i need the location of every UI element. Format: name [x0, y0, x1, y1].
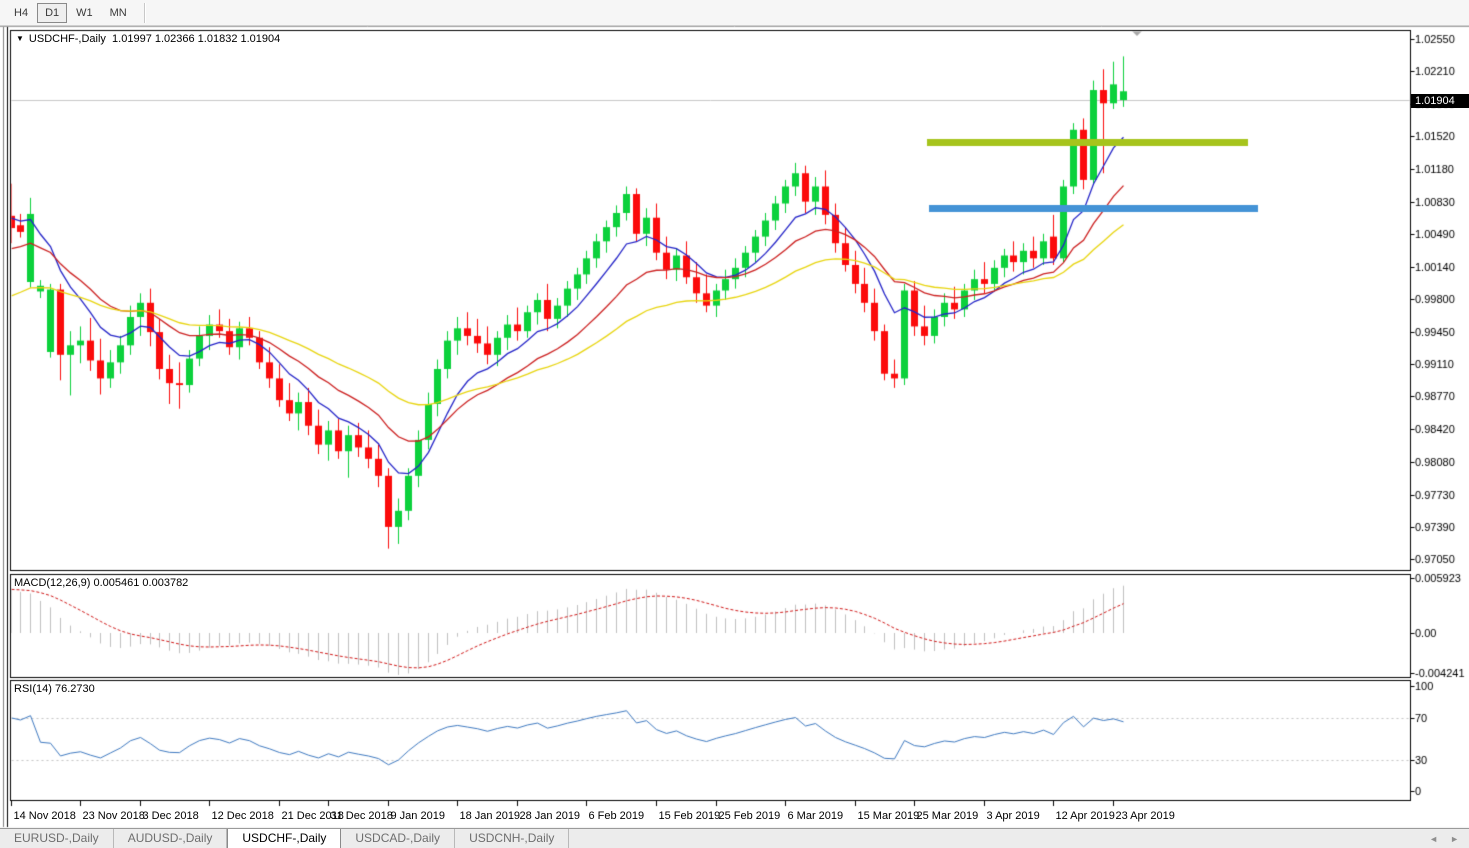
macd-values: 0.005461 0.003782	[93, 577, 188, 589]
date-tick-label: 18 Jan 2019	[460, 810, 521, 822]
date-tick-label: 3 Dec 2018	[143, 810, 199, 822]
date-tick-label: 9 Jan 2019	[391, 810, 445, 822]
chart-tab-usdchf[interactable]: USDCHF-,Daily	[227, 829, 341, 848]
date-tick-label: 31 Dec 2018	[331, 810, 393, 822]
timeframe-toolbar: H4D1W1MN	[0, 0, 1469, 26]
rsi-name: RSI(14)	[14, 683, 52, 695]
timeframe-button-h4[interactable]: H4	[6, 3, 36, 23]
terminal-window: H4D1W1MN ▼ USDCHF-,Daily 1.01997 1.02366 …	[0, 0, 1469, 848]
macd-indicator-label: MACD(12,26,9) 0.005461 0.003782	[14, 577, 188, 589]
toolbar-separator	[144, 3, 145, 23]
date-tick-label: 23 Apr 2019	[1116, 810, 1175, 822]
chart-title: ▼ USDCHF-,Daily 1.01997 1.02366 1.01832 1…	[16, 33, 280, 45]
current-price-badge: 1.01904	[1411, 94, 1469, 108]
timeframe-button-d1[interactable]: D1	[37, 3, 67, 23]
collapse-triangle-icon[interactable]: ▼	[16, 34, 24, 43]
tab-bar-spacer	[569, 829, 1429, 848]
rsi-value: 76.2730	[55, 683, 95, 695]
chart-tab-eurusd[interactable]: EURUSD-,Daily	[0, 829, 114, 848]
timeframe-button-w1[interactable]: W1	[68, 3, 101, 23]
rsi-indicator-label: RSI(14) 76.2730	[14, 683, 95, 695]
date-tick-label: 14 Nov 2018	[14, 810, 76, 822]
date-tick-label: 23 Nov 2018	[83, 810, 145, 822]
date-tick-label: 25 Feb 2019	[719, 810, 781, 822]
chart-tab-audusd[interactable]: AUDUSD-,Daily	[114, 829, 228, 848]
date-tick-label: 15 Mar 2019	[858, 810, 920, 822]
date-tick-label: 28 Jan 2019	[520, 810, 581, 822]
chart-tab-usdcad[interactable]: USDCAD-,Daily	[341, 829, 455, 848]
timeframe-button-mn[interactable]: MN	[102, 3, 135, 23]
chart-tab-bar: EURUSD-,DailyAUDUSD-,DailyUSDCHF-,DailyU…	[0, 828, 1469, 848]
chart-ohlc-values: 1.01997 1.02366 1.01832 1.01904	[112, 33, 280, 45]
chart-symbol-label: USDCHF-,Daily	[29, 33, 106, 45]
macd-name: MACD(12,26,9)	[14, 577, 90, 589]
date-tick-label: 6 Feb 2019	[589, 810, 645, 822]
date-tick-label: 3 Apr 2019	[987, 810, 1040, 822]
date-tick-label: 12 Apr 2019	[1056, 810, 1115, 822]
date-tick-label: 6 Mar 2019	[788, 810, 844, 822]
chart-canvas[interactable]	[0, 0, 1469, 848]
date-tick-label: 15 Feb 2019	[659, 810, 721, 822]
tab-scroll-left-icon[interactable]: ◄	[1429, 834, 1438, 844]
date-tick-label: 12 Dec 2018	[212, 810, 274, 822]
tab-scroll-right-icon[interactable]: ►	[1450, 834, 1459, 844]
chart-tab-usdcnh[interactable]: USDCNH-,Daily	[455, 829, 569, 848]
date-tick-label: 25 Mar 2019	[917, 810, 979, 822]
